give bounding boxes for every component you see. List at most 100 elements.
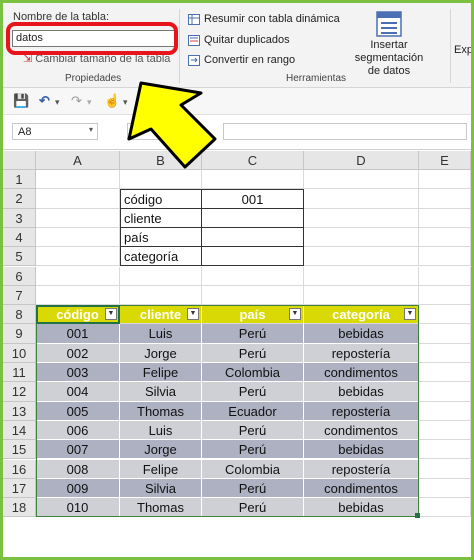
cell[interactable] bbox=[419, 343, 471, 363]
row-header-15[interactable]: 15 bbox=[3, 440, 36, 460]
cell[interactable] bbox=[419, 285, 471, 306]
table-cell[interactable]: Colombia bbox=[202, 363, 304, 383]
cell[interactable] bbox=[36, 170, 120, 190]
row-header-2[interactable]: 2 bbox=[3, 189, 36, 209]
table-cell[interactable]: 001 bbox=[36, 324, 120, 344]
table-cell[interactable]: Perú bbox=[202, 498, 304, 518]
table-cell[interactable]: repostería bbox=[304, 459, 419, 479]
form-value[interactable] bbox=[202, 247, 304, 267]
cell[interactable] bbox=[36, 189, 120, 209]
cell[interactable] bbox=[419, 305, 471, 325]
remove-duplicates-button[interactable]: Quitar duplicados bbox=[188, 34, 290, 46]
cell[interactable] bbox=[419, 478, 471, 499]
cell[interactable] bbox=[419, 420, 471, 441]
table-cell[interactable]: bebidas bbox=[304, 382, 419, 402]
save-icon[interactable]: 💾 bbox=[13, 93, 29, 109]
filter-dropdown-icon[interactable]: ▼ bbox=[289, 308, 301, 321]
cell[interactable] bbox=[419, 266, 471, 286]
table-cell[interactable]: Felipe bbox=[120, 459, 202, 479]
row-header-1[interactable]: 1 bbox=[3, 170, 36, 190]
table-header-cell[interactable]: país ▼ bbox=[202, 305, 304, 325]
table-cell[interactable]: repostería bbox=[304, 343, 419, 363]
cell[interactable] bbox=[304, 266, 419, 286]
cell[interactable] bbox=[304, 247, 419, 267]
table-cell[interactable]: bebidas bbox=[304, 440, 419, 460]
select-all-corner[interactable] bbox=[3, 151, 36, 170]
name-box-dropdown-icon[interactable]: ▾ bbox=[89, 125, 93, 134]
table-cell[interactable]: Thomas bbox=[120, 401, 202, 421]
table-cell[interactable]: Jorge bbox=[120, 440, 202, 460]
undo-dropdown-icon[interactable]: ▾ bbox=[55, 97, 60, 108]
table-cell[interactable]: 005 bbox=[36, 401, 120, 421]
table-cell[interactable]: Thomas bbox=[120, 498, 202, 518]
cell[interactable] bbox=[36, 266, 120, 286]
cell[interactable] bbox=[419, 208, 471, 228]
filter-dropdown-icon[interactable]: ▼ bbox=[404, 308, 416, 321]
cell[interactable] bbox=[419, 247, 471, 267]
undo-icon[interactable]: ↶ bbox=[39, 93, 50, 109]
row-header-11[interactable]: 11 bbox=[3, 363, 36, 383]
cell[interactable] bbox=[202, 266, 304, 286]
cell[interactable] bbox=[419, 440, 471, 460]
export-button[interactable]: Exp bbox=[454, 44, 471, 56]
table-cell[interactable]: Perú bbox=[202, 324, 304, 344]
name-box[interactable]: A8 bbox=[12, 123, 98, 140]
row-header-12[interactable]: 12 bbox=[3, 382, 36, 402]
table-cell[interactable]: Perú bbox=[202, 343, 304, 363]
row-header-6[interactable]: 6 bbox=[3, 266, 36, 286]
cell[interactable] bbox=[304, 170, 419, 190]
touch-mode-icon[interactable]: ☝ bbox=[104, 93, 120, 109]
table-header-cell[interactable]: categoría ▼ bbox=[304, 305, 419, 325]
table-cell[interactable]: bebidas bbox=[304, 324, 419, 344]
row-header-5[interactable]: 5 bbox=[3, 247, 36, 267]
cell[interactable] bbox=[419, 401, 471, 421]
filter-dropdown-icon[interactable]: ▼ bbox=[187, 308, 199, 321]
row-header-7[interactable]: 7 bbox=[3, 285, 36, 306]
table-cell[interactable]: condimentos bbox=[304, 478, 419, 499]
convert-to-range-button[interactable]: Convertir en rango bbox=[188, 54, 295, 66]
cell[interactable] bbox=[120, 170, 202, 190]
cell[interactable] bbox=[304, 227, 419, 248]
table-cell[interactable]: Perú bbox=[202, 382, 304, 402]
table-cell[interactable]: Jorge bbox=[120, 343, 202, 363]
table-cell[interactable]: Silvia bbox=[120, 382, 202, 402]
redo-dropdown-icon[interactable]: ▾ bbox=[87, 97, 92, 108]
table-resize-handle[interactable] bbox=[415, 513, 420, 519]
table-cell[interactable]: 003 bbox=[36, 363, 120, 383]
cell[interactable] bbox=[202, 285, 304, 306]
cell[interactable] bbox=[419, 324, 471, 344]
cell[interactable] bbox=[36, 285, 120, 306]
cell[interactable] bbox=[419, 498, 471, 518]
cell[interactable] bbox=[419, 170, 471, 190]
table-cell[interactable]: Perú bbox=[202, 478, 304, 499]
row-header-10[interactable]: 10 bbox=[3, 343, 36, 363]
table-cell[interactable]: 002 bbox=[36, 343, 120, 363]
table-cell[interactable]: condimentos bbox=[304, 363, 419, 383]
form-value[interactable]: 001 bbox=[202, 189, 304, 209]
table-cell[interactable]: Luis bbox=[120, 324, 202, 344]
table-cell[interactable]: Ecuador bbox=[202, 401, 304, 421]
table-cell[interactable]: 007 bbox=[36, 440, 120, 460]
table-cell[interactable]: repostería bbox=[304, 401, 419, 421]
cell[interactable] bbox=[120, 266, 202, 286]
row-header-16[interactable]: 16 bbox=[3, 459, 36, 479]
column-header-d[interactable]: D bbox=[304, 151, 419, 170]
table-cell[interactable]: 004 bbox=[36, 382, 120, 402]
insert-slicer-button[interactable]: Insertar segmentación de datos bbox=[336, 9, 442, 78]
row-header-17[interactable]: 17 bbox=[3, 478, 36, 499]
form-value[interactable] bbox=[202, 227, 304, 248]
row-header-4[interactable]: 4 bbox=[3, 227, 36, 248]
cell[interactable] bbox=[36, 247, 120, 267]
table-cell[interactable]: 006 bbox=[36, 420, 120, 441]
cell[interactable] bbox=[304, 285, 419, 306]
form-value[interactable] bbox=[202, 208, 304, 228]
row-header-13[interactable]: 13 bbox=[3, 401, 36, 421]
cell[interactable] bbox=[36, 208, 120, 228]
cell[interactable] bbox=[202, 170, 304, 190]
row-header-3[interactable]: 3 bbox=[3, 208, 36, 228]
cell[interactable] bbox=[120, 285, 202, 306]
table-cell[interactable]: Silvia bbox=[120, 478, 202, 499]
cell[interactable] bbox=[304, 189, 419, 209]
table-cell[interactable]: 009 bbox=[36, 478, 120, 499]
table-cell[interactable]: 008 bbox=[36, 459, 120, 479]
